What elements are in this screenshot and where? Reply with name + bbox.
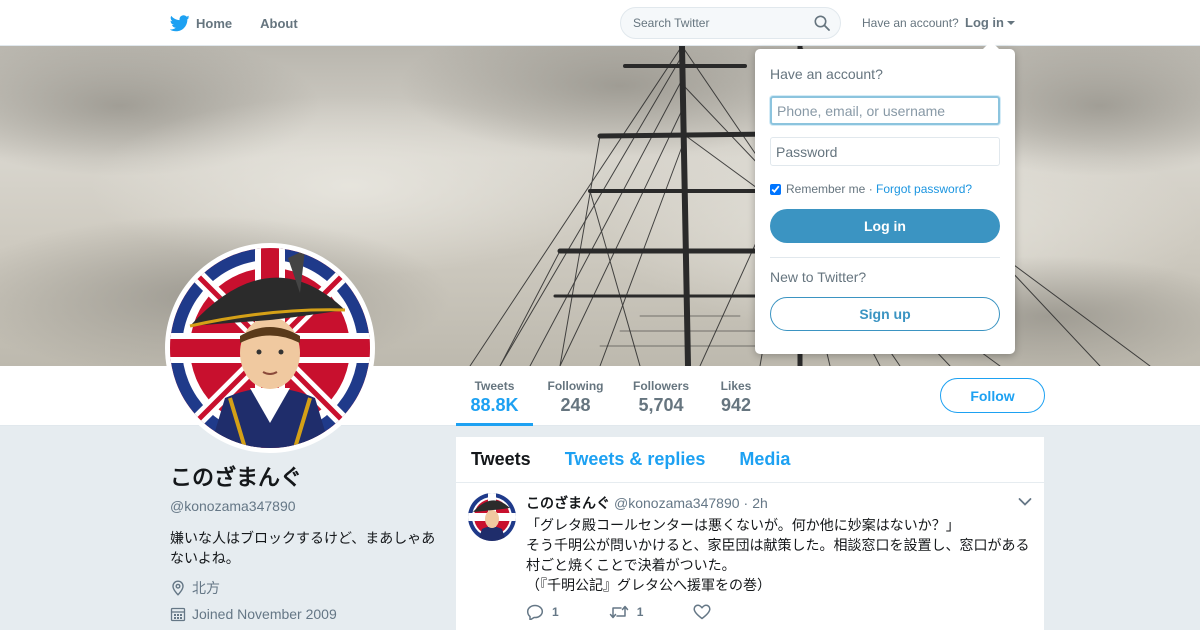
reply-count: 1 <box>552 605 559 619</box>
reply-button[interactable]: 1 <box>526 604 559 620</box>
timeline-tabs: Tweets Tweets & replies Media <box>456 437 1044 483</box>
timeline: Tweets Tweets & replies Media このざまんぐ @ko… <box>456 437 1044 630</box>
tab-media[interactable]: Media <box>739 449 790 470</box>
profile-bio: 嫌いな人はブロックするけど、まあしゃあないよね。 <box>170 530 436 566</box>
tab-tweets[interactable]: Tweets <box>471 449 531 470</box>
tweet-avatar-image <box>468 493 516 541</box>
stat-value: 248 <box>560 395 591 415</box>
nav-left: Home About <box>170 0 326 46</box>
profile-joined: Joined November 2009 <box>170 606 440 622</box>
stat-tweets[interactable]: Tweets 88.8K <box>456 366 533 426</box>
forgot-password-link[interactable]: Forgot password? <box>876 182 972 196</box>
retweet-icon <box>609 605 628 619</box>
stat-followers[interactable]: Followers 5,704 <box>628 366 694 426</box>
stat-label: Following <box>547 379 604 393</box>
stat-label: Likes <box>720 379 752 393</box>
tweet-line: 村ごと焼くことで決着がついた。 <box>526 557 736 573</box>
location-text: 北方 <box>192 580 220 596</box>
tweet-line: そう千明公が問いかけると、家臣団は献策した。相談窓口を設置し、窓口がある <box>526 537 1030 553</box>
joined-text: Joined November 2009 <box>192 606 337 622</box>
new-to-twitter-text: New to Twitter? <box>770 269 867 285</box>
search-box <box>620 7 841 39</box>
stat-following[interactable]: Following 248 <box>542 366 609 426</box>
calendar-icon <box>170 607 186 622</box>
tweet-author-handle[interactable]: @konozama347890 <box>614 495 740 511</box>
have-account-text: Have an account? <box>862 16 959 30</box>
login-menu-toggle[interactable]: Log in <box>965 15 1015 30</box>
tweet-text: 「グレタ殿コールセンターは悪くないが。何か他に妙案はないか？」 そう千明公が問い… <box>526 515 1032 595</box>
follow-button[interactable]: Follow <box>940 378 1045 413</box>
remember-label[interactable]: Remember me <box>786 182 865 196</box>
remember-checkbox[interactable] <box>770 183 781 195</box>
caret-down-icon <box>1007 20 1015 25</box>
retweet-button[interactable]: 1 <box>609 604 644 620</box>
avatar-image <box>170 248 370 448</box>
profile-handle[interactable]: @konozama347890 <box>170 498 440 514</box>
tweet-header: このざまんぐ @konozama347890 · 2h <box>526 493 1032 513</box>
remember-row: Remember me · Forgot password? <box>770 182 1000 196</box>
profile-avatar[interactable] <box>165 243 375 453</box>
chevron-down-icon[interactable] <box>1018 497 1032 507</box>
profile-card: このざまんぐ @konozama347890 嫌いな人はブロックするけど、まあし… <box>170 460 440 622</box>
stat-value: 942 <box>720 395 752 415</box>
tweet-line: 「グレタ殿コールセンターは悪くないが。何か他に妙案はないか？」 <box>526 517 960 533</box>
tab-tweets-replies[interactable]: Tweets & replies <box>565 449 706 470</box>
heart-icon <box>693 604 711 620</box>
profile-name[interactable]: このざまんぐ <box>170 460 440 492</box>
dropdown-title: Have an account? <box>770 66 883 82</box>
username-field[interactable] <box>770 96 1000 125</box>
stat-value: 88.8K <box>470 395 519 415</box>
stat-label: Followers <box>632 379 689 393</box>
about-label: About <box>260 15 298 31</box>
top-navigation: Home About Have an account? Log in <box>0 0 1200 46</box>
tweet-line: （『千明公記』グレタ公へ援軍をの巻） <box>526 577 771 593</box>
nav-about[interactable]: About <box>260 16 298 31</box>
stat-likes[interactable]: Likes 942 <box>713 366 759 426</box>
password-field[interactable] <box>770 137 1000 166</box>
profile-location: 北方 <box>170 578 440 598</box>
tweet-timestamp[interactable]: 2h <box>752 495 768 511</box>
like-button[interactable] <box>693 604 719 620</box>
nav-home[interactable]: Home <box>170 14 233 32</box>
login-label: Log in <box>965 15 1004 30</box>
login-dropdown: Have an account? Remember me · Forgot pa… <box>755 41 1015 354</box>
login-button[interactable]: Log in <box>770 209 1000 243</box>
retweet-count: 1 <box>636 605 644 619</box>
tweet[interactable]: このざまんぐ @konozama347890 · 2h 「グレタ殿コールセンター… <box>456 483 1044 620</box>
signup-button[interactable]: Sign up <box>770 297 1000 331</box>
stat-label: Tweets <box>474 379 515 393</box>
search-input[interactable] <box>621 8 811 38</box>
tweet-actions: 1 1 <box>526 604 1032 620</box>
location-pin-icon <box>172 580 184 596</box>
tweet-avatar[interactable] <box>468 493 516 541</box>
stat-value: 5,704 <box>638 395 684 415</box>
divider <box>770 257 1000 258</box>
twitter-bird-icon <box>170 14 190 31</box>
tweet-author-name[interactable]: このざまんぐ <box>526 493 610 513</box>
home-label: Home <box>196 15 233 31</box>
tweet-separator: · <box>743 495 749 511</box>
reply-icon <box>526 604 544 620</box>
remember-separator: · <box>865 182 877 196</box>
search-icon[interactable] <box>814 15 830 31</box>
